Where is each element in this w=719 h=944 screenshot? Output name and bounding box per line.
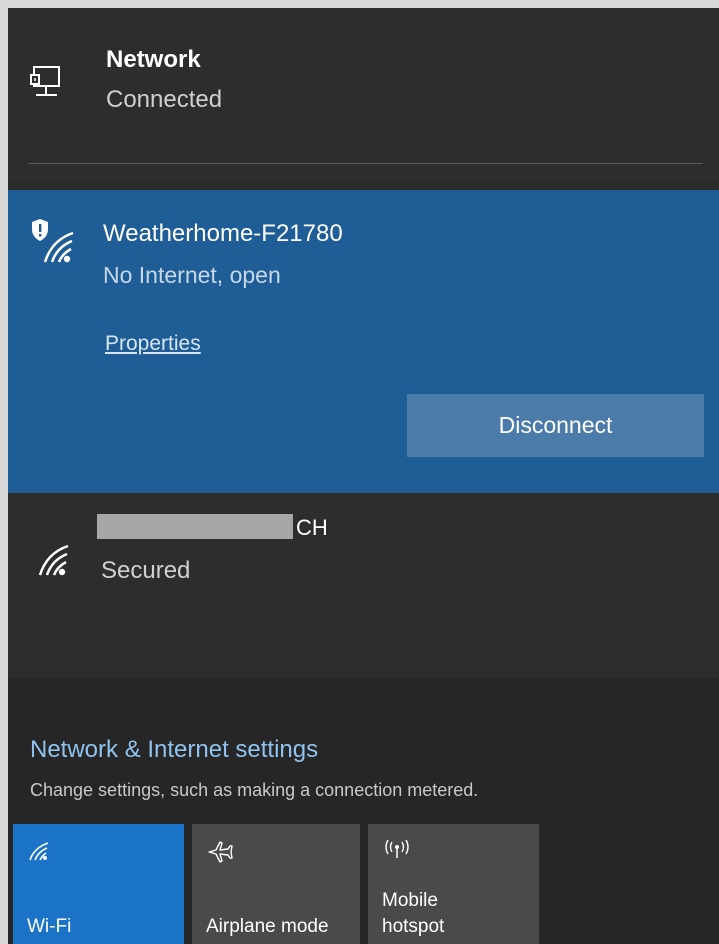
wifi-icon (29, 842, 49, 861)
network-title: Network (106, 46, 201, 73)
network-status: Connected (106, 86, 223, 113)
settings-description: Change settings, such as making a connec… (30, 780, 479, 800)
disconnect-button[interactable]: Disconnect (407, 394, 704, 457)
network-status: Secured (101, 557, 191, 584)
wifi-icon (38, 544, 69, 576)
wifi-toggle-tile[interactable]: Wi-Fi (13, 824, 184, 944)
tile-label-line2: hotspot (382, 916, 445, 937)
airplane-mode-tile[interactable]: Airplane mode (192, 824, 360, 944)
divider (28, 163, 703, 164)
mobile-hotspot-tile[interactable]: Mobile hotspot (368, 824, 539, 944)
network-status: No Internet, open (103, 262, 281, 288)
wifi-network-item[interactable]: CH Secured (8, 493, 719, 678)
properties-link[interactable]: Properties (105, 332, 201, 356)
tile-label: Airplane mode (206, 916, 329, 937)
airplane-icon (208, 841, 233, 863)
window-edge-top (0, 0, 719, 8)
window-edge-left (0, 0, 8, 944)
tile-label: Mobile hotspot (382, 888, 444, 940)
network-name-suffix: CH (296, 515, 328, 540)
tile-label: Wi-Fi (27, 916, 72, 937)
hotspot-icon (385, 839, 409, 858)
network-flyout: Network Connected Weatherhome-F21780 No … (8, 8, 719, 944)
redacted-network-name (97, 514, 293, 539)
network-connection-item[interactable]: Network Connected (8, 8, 719, 180)
ethernet-pc-icon (30, 66, 60, 96)
network-name: Weatherhome-F21780 (103, 220, 343, 247)
wifi-network-selected[interactable]: Weatherhome-F21780 No Internet, open Pro… (8, 190, 719, 493)
wifi-shield-icon (32, 219, 74, 263)
tile-label-line1: Mobile (382, 890, 438, 911)
network-settings-link[interactable]: Network & Internet settings (30, 736, 318, 764)
